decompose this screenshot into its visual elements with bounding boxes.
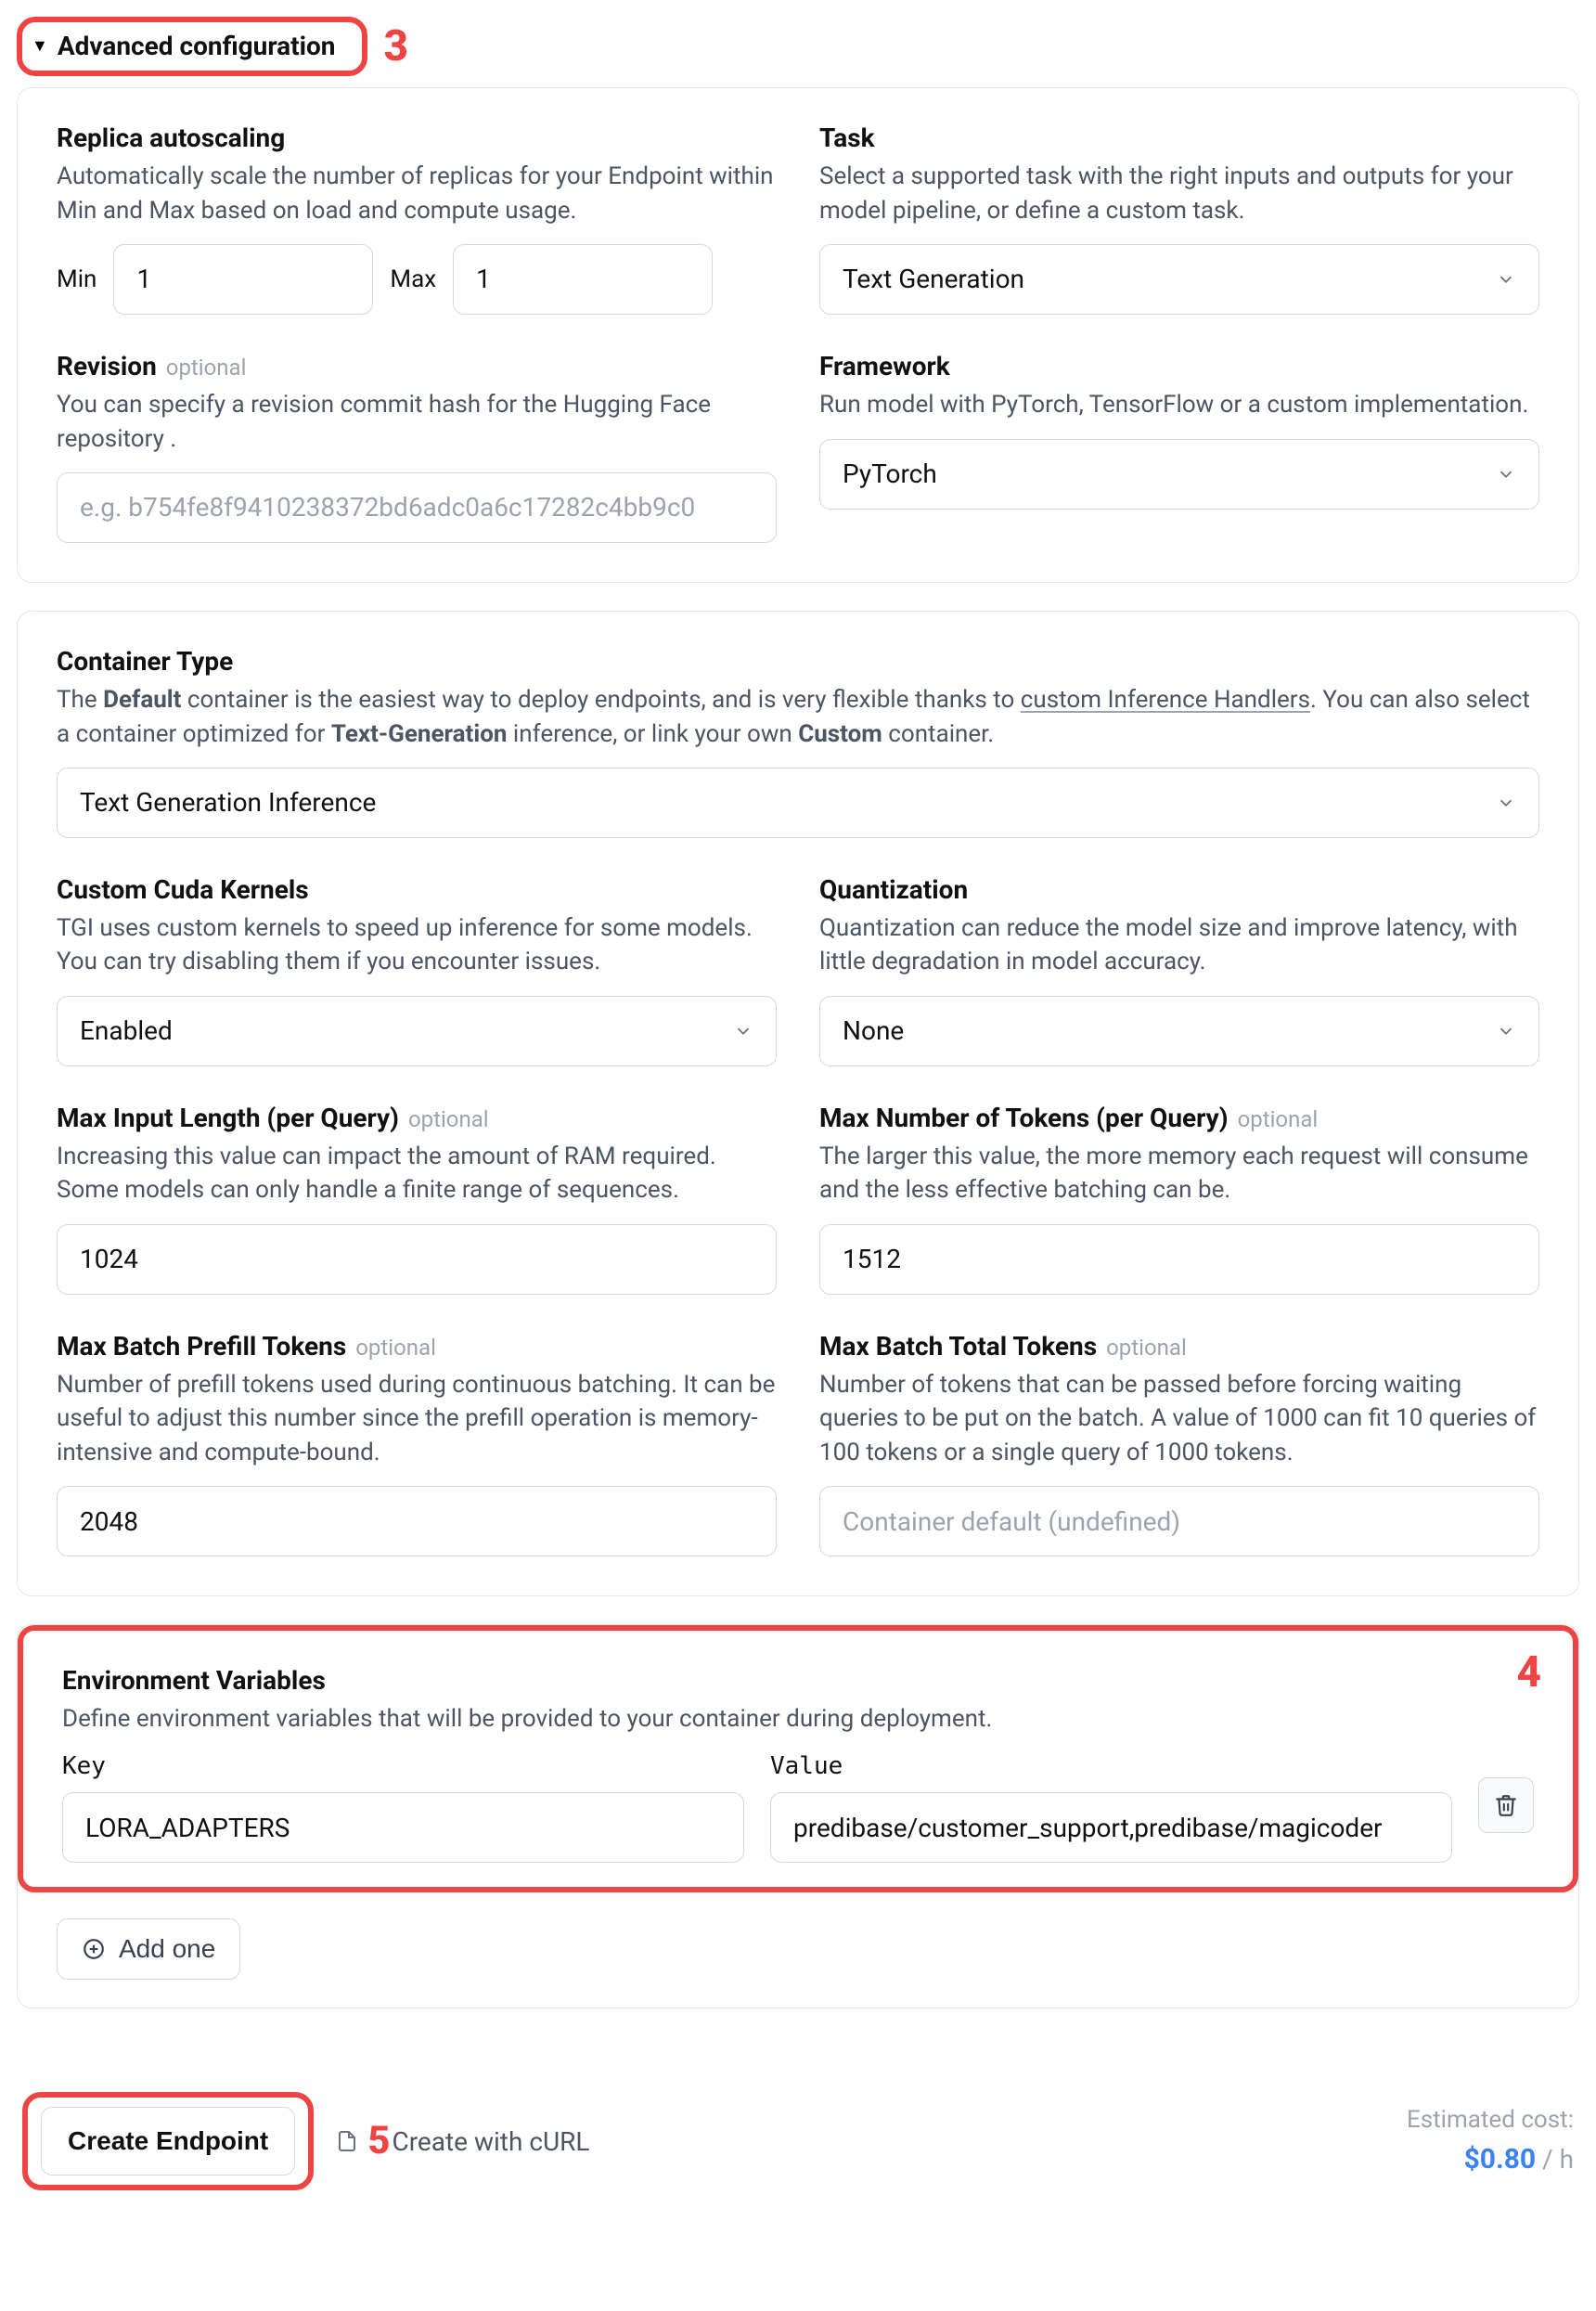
env-box: 4 Environment Variables Define environme… (18, 1625, 1578, 1892)
quant-select[interactable]: None (819, 996, 1539, 1066)
max-tokens-desc: The larger this value, the more memory e… (819, 1140, 1539, 1207)
quant-desc: Quantization can reduce the model size a… (819, 911, 1539, 979)
framework-title: Framework (819, 348, 1539, 384)
task-select[interactable]: Text Generation (819, 244, 1539, 315)
env-desc: Define environment variables that will b… (62, 1702, 1534, 1736)
advanced-config-toggle[interactable]: ▼ Advanced configuration (17, 17, 367, 76)
framework-desc: Run model with PyTorch, TensorFlow or a … (819, 388, 1539, 421)
add-env-button[interactable]: Add one (57, 1918, 240, 1980)
container-type-value: Text Generation Inference (80, 784, 376, 820)
create-endpoint-highlight: Create Endpoint (22, 2092, 314, 2190)
chevron-down-icon (1496, 269, 1516, 290)
env-row: Key Value (62, 1749, 1534, 1863)
quant-title: Quantization (819, 871, 1539, 908)
env-key-input[interactable] (62, 1792, 744, 1863)
quant-value: None (843, 1013, 904, 1049)
prefill-title: Max Batch Prefill Tokensoptional (57, 1328, 777, 1364)
trash-icon (1494, 1793, 1518, 1817)
framework-select[interactable]: PyTorch (819, 439, 1539, 510)
delete-env-button[interactable] (1478, 1777, 1534, 1833)
estimated-cost: Estimated cost: $0.80 / h (1407, 2103, 1574, 2179)
panel-basic: Replica autoscaling Automatically scale … (17, 87, 1579, 583)
container-type-select[interactable]: Text Generation Inference (57, 768, 1539, 838)
autoscaling-desc: Automatically scale the number of replic… (57, 160, 777, 227)
cost-per: / h (1536, 2144, 1574, 2175)
panel-env: 4 Environment Variables Define environme… (17, 1624, 1579, 2008)
env-value-input[interactable] (770, 1792, 1452, 1863)
revision-input[interactable] (57, 472, 777, 543)
chevron-down-icon (1496, 464, 1516, 484)
task-desc: Select a supported task with the right i… (819, 160, 1539, 227)
autoscaling-title: Replica autoscaling (57, 120, 777, 156)
cuda-select[interactable]: Enabled (57, 996, 777, 1066)
triangle-down-icon: ▼ (32, 34, 48, 58)
create-with-curl-link[interactable]: 5 Create with cURL (336, 2114, 589, 2169)
task-value: Text Generation (843, 261, 1024, 297)
create-endpoint-button[interactable]: Create Endpoint (41, 2107, 295, 2175)
container-type-desc: The Default container is the easiest way… (57, 683, 1539, 751)
env-title: Environment Variables (62, 1662, 1534, 1698)
revision-title: Revisionoptional (57, 348, 777, 384)
add-env-label: Add one (119, 1934, 215, 1964)
env-key-label: Key (62, 1749, 744, 1783)
task-title: Task (819, 120, 1539, 156)
document-icon (336, 2130, 358, 2152)
max-tokens-title: Max Number of Tokens (per Query)optional (819, 1100, 1539, 1136)
chevron-down-icon (1496, 1021, 1516, 1041)
annotation-3: 3 (384, 25, 409, 68)
chevron-down-icon (1496, 793, 1516, 813)
curl-label: Create with cURL (392, 2124, 589, 2160)
framework-value: PyTorch (843, 456, 937, 492)
custom-handlers-link[interactable]: custom Inference Handlers (1021, 686, 1310, 714)
footer: Create Endpoint 5 Create with cURL Estim… (17, 2092, 1579, 2190)
min-replicas-input[interactable] (113, 244, 373, 315)
cuda-desc: TGI uses custom kernels to speed up infe… (57, 911, 777, 979)
advanced-config-label: Advanced configuration (58, 28, 336, 64)
container-type-title: Container Type (57, 643, 1539, 679)
chevron-down-icon (733, 1021, 753, 1041)
min-label: Min (57, 263, 97, 296)
max-label: Max (390, 263, 436, 296)
max-tokens-field[interactable] (819, 1224, 1539, 1295)
batch-total-field[interactable] (819, 1486, 1539, 1556)
panel-container: Container Type The Default container is … (17, 611, 1579, 1596)
cost-value: $0.80 (1464, 2143, 1537, 2175)
batch-total-desc: Number of tokens that can be passed befo… (819, 1368, 1539, 1469)
cuda-value: Enabled (80, 1013, 173, 1049)
max-input-desc: Increasing this value can impact the amo… (57, 1140, 777, 1207)
annotation-5: 5 (367, 2114, 390, 2169)
max-input-field[interactable] (57, 1224, 777, 1295)
cuda-title: Custom Cuda Kernels (57, 871, 777, 908)
prefill-desc: Number of prefill tokens used during con… (57, 1368, 777, 1469)
env-value-label: Value (770, 1749, 1452, 1783)
annotation-4: 4 (1516, 1651, 1541, 1694)
plus-circle-icon (82, 1937, 106, 1961)
batch-total-title: Max Batch Total Tokensoptional (819, 1328, 1539, 1364)
cost-label: Estimated cost: (1407, 2103, 1574, 2137)
max-replicas-input[interactable] (453, 244, 713, 315)
revision-desc: You can specify a revision commit hash f… (57, 388, 777, 456)
max-input-title: Max Input Length (per Query)optional (57, 1100, 777, 1136)
prefill-field[interactable] (57, 1486, 777, 1556)
